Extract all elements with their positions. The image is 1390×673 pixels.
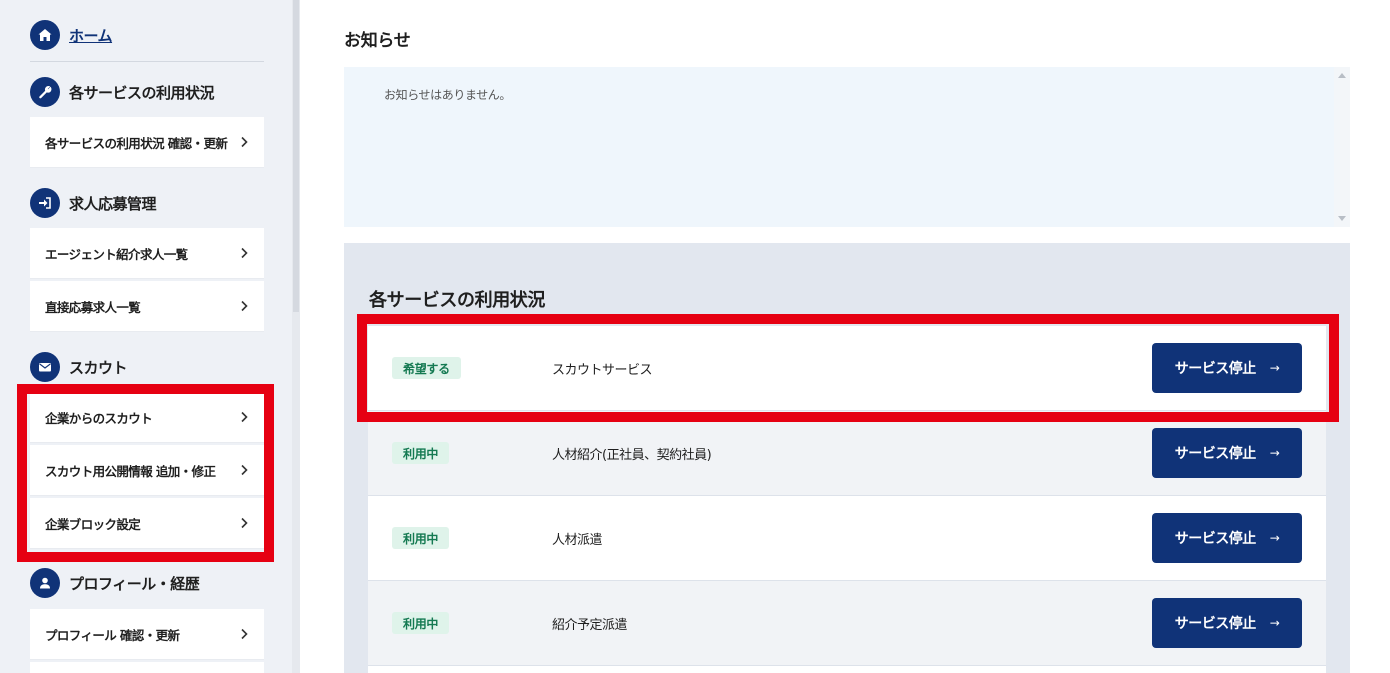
service-stop-button[interactable]: サービス停止 → xyxy=(1152,428,1302,478)
service-row-partial xyxy=(368,666,1326,673)
service-name: 人材紹介(正社員、契約社員) xyxy=(552,447,712,463)
sign-in-icon xyxy=(30,188,60,218)
button-label: サービス停止 xyxy=(1174,531,1257,547)
notice-text: お知らせはありません。 xyxy=(384,88,512,102)
highlight-box-scout-menu xyxy=(17,384,274,562)
service-row: 利用中 人材紹介(正社員、契約社員) サービス停止 → xyxy=(368,411,1326,496)
button-label: サービス停止 xyxy=(1174,446,1257,462)
section-label: 各サービスの利用状況 xyxy=(69,83,215,102)
sidebar-scroll-thumb[interactable] xyxy=(293,0,299,312)
sidebar-item-label: 各サービスの利用状況 確認・更新 xyxy=(45,135,228,151)
status-badge: 利用中 xyxy=(392,527,450,549)
home-link[interactable]: ホーム xyxy=(69,25,113,46)
notice-scrollbar[interactable] xyxy=(1334,67,1350,227)
section-label: スカウト xyxy=(69,358,128,377)
section-label: プロフィール・経歴 xyxy=(69,574,200,593)
divider xyxy=(30,61,264,62)
home-icon xyxy=(30,20,60,50)
highlight-box-scout-service xyxy=(357,314,1339,422)
button-label: サービス停止 xyxy=(1174,616,1257,632)
status-badge: 利用中 xyxy=(392,442,450,464)
arrow-right-icon: → xyxy=(1269,616,1280,630)
arrow-right-icon: → xyxy=(1269,446,1280,460)
chevron-right-icon xyxy=(241,300,248,312)
sidebar-item-usage-update[interactable]: 各サービスの利用状況 確認・更新 xyxy=(30,117,264,168)
sidebar: ホーム 各サービスの利用状況 各サービスの利用状況 確認・更新 求人応募管理 エ… xyxy=(0,0,300,673)
chevron-right-icon xyxy=(241,628,248,640)
service-name: 人材派遣 xyxy=(552,532,603,548)
sidebar-section-usage: 各サービスの利用状況 xyxy=(30,77,215,107)
scroll-down-icon[interactable] xyxy=(1338,216,1346,221)
scroll-up-icon[interactable] xyxy=(1338,73,1346,78)
section-title: 各サービスの利用状況 xyxy=(369,290,545,311)
section-label: 求人応募管理 xyxy=(69,194,157,213)
sidebar-item-partial[interactable] xyxy=(30,662,264,673)
sidebar-scrollbar[interactable] xyxy=(292,0,300,673)
service-row: 利用中 人材派遣 サービス停止 → xyxy=(368,496,1326,581)
user-icon xyxy=(30,568,60,598)
sidebar-section-applications: 求人応募管理 xyxy=(30,188,157,218)
sidebar-item-direct-jobs[interactable]: 直接応募求人一覧 xyxy=(30,281,264,332)
sidebar-item-label: プロフィール 確認・更新 xyxy=(45,627,180,643)
sidebar-section-scout: スカウト xyxy=(30,352,128,382)
service-name: 紹介予定派遣 xyxy=(552,617,628,633)
service-row: 利用中 紹介予定派遣 サービス停止 → xyxy=(368,581,1326,666)
page-title: お知らせ xyxy=(344,31,411,51)
notice-box: お知らせはありません。 xyxy=(344,67,1350,227)
status-badge: 利用中 xyxy=(392,612,450,634)
arrow-right-icon: → xyxy=(1269,531,1280,545)
chevron-right-icon xyxy=(241,247,248,259)
service-stop-button[interactable]: サービス停止 → xyxy=(1152,598,1302,648)
service-status-panel: 各サービスの利用状況 希望する スカウトサービス サービス停止 → 利用中 人材… xyxy=(344,243,1350,673)
envelope-icon xyxy=(30,352,60,382)
sidebar-item-profile-update[interactable]: プロフィール 確認・更新 xyxy=(30,609,264,660)
sidebar-item-agent-jobs[interactable]: エージェント紹介求人一覧 xyxy=(30,228,264,279)
sidebar-item-label: エージェント紹介求人一覧 xyxy=(45,246,188,262)
sidebar-item-label: 直接応募求人一覧 xyxy=(45,299,141,315)
sidebar-content: ホーム 各サービスの利用状況 各サービスの利用状況 確認・更新 求人応募管理 エ… xyxy=(0,0,292,673)
wrench-icon xyxy=(30,77,60,107)
chevron-right-icon xyxy=(241,136,248,148)
service-stop-button[interactable]: サービス停止 → xyxy=(1152,513,1302,563)
sidebar-section-profile: プロフィール・経歴 xyxy=(30,568,200,598)
sidebar-home[interactable]: ホーム xyxy=(30,20,113,50)
